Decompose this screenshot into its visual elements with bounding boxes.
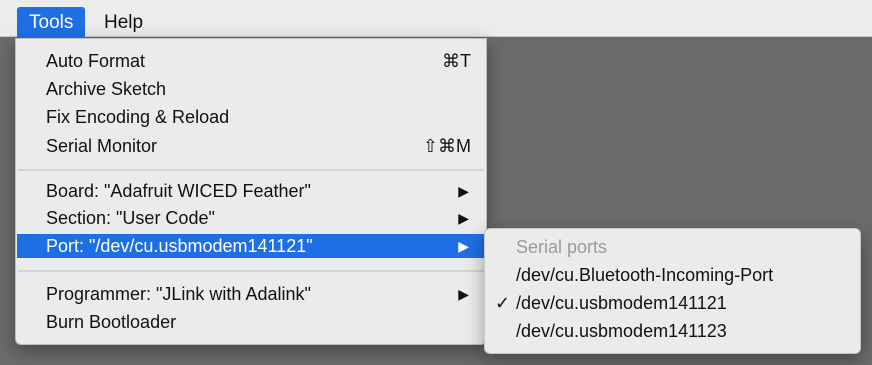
submenu-header: Serial ports [485, 234, 860, 260]
menu-separator [18, 270, 484, 272]
menu-item-label: Archive Sketch [46, 79, 167, 99]
menu-item-fix-encoding[interactable]: Fix Encoding & Reload [17, 105, 485, 129]
menu-item-label: Auto Format [46, 51, 146, 71]
menu-item-section[interactable]: Section: "User Code" ▶ [17, 206, 485, 230]
submenu-arrow-icon: ▶ [458, 238, 469, 254]
menu-item-label: Fix Encoding & Reload [46, 107, 230, 127]
menu-item-label: Serial Monitor [46, 136, 158, 156]
port-label: /dev/cu.usbmodem141121 [516, 293, 727, 313]
menu-item-auto-format[interactable]: Auto Format ⌘T [17, 49, 485, 73]
port-item[interactable]: /dev/cu.usbmodem141123 [485, 318, 860, 344]
menu-item-board[interactable]: Board: "Adafruit WICED Feather" ▶ [17, 179, 485, 203]
menu-help[interactable]: Help [92, 7, 155, 39]
menu-item-port[interactable]: Port: "/dev/cu.usbmodem141121" ▶ [17, 234, 485, 258]
port-submenu: Serial ports /dev/cu.Bluetooth-Incoming-… [484, 228, 861, 354]
menu-item-archive-sketch[interactable]: Archive Sketch [17, 77, 485, 101]
submenu-arrow-icon: ▶ [458, 210, 469, 226]
shortcut-label: ⌘T [442, 51, 471, 71]
menu-item-label: Burn Bootloader [46, 312, 177, 332]
checkmark-icon: ✓ [495, 293, 511, 313]
port-label: /dev/cu.Bluetooth-Incoming-Port [516, 265, 774, 285]
submenu-arrow-icon: ▶ [458, 183, 469, 199]
menu-item-programmer[interactable]: Programmer: "JLink with Adalink" ▶ [17, 282, 485, 306]
port-item[interactable]: ✓ /dev/cu.usbmodem141121 [485, 290, 860, 316]
menu-item-label: Board: "Adafruit WICED Feather" [46, 181, 311, 201]
menu-item-label: Section: "User Code" [46, 208, 215, 228]
menu-item-label: Programmer: "JLink with Adalink" [46, 284, 311, 304]
submenu-arrow-icon: ▶ [458, 286, 469, 302]
menu-item-label: Port: "/dev/cu.usbmodem141121" [46, 236, 313, 256]
menu-separator [18, 169, 484, 171]
menu-tools[interactable]: Tools [17, 7, 86, 39]
menu-bar: Tools Help [0, 0, 872, 39]
port-item[interactable]: /dev/cu.Bluetooth-Incoming-Port [485, 262, 860, 288]
menu-item-serial-monitor[interactable]: Serial Monitor ⇧⌘M [17, 134, 485, 158]
tools-dropdown-menu: Auto Format ⌘T Archive Sketch Fix Encodi… [15, 38, 487, 345]
submenu-header-label: Serial ports [516, 237, 608, 257]
port-label: /dev/cu.usbmodem141123 [516, 321, 727, 341]
menu-item-burn-bootloader[interactable]: Burn Bootloader [17, 310, 485, 334]
shortcut-label: ⇧⌘M [422, 136, 471, 156]
